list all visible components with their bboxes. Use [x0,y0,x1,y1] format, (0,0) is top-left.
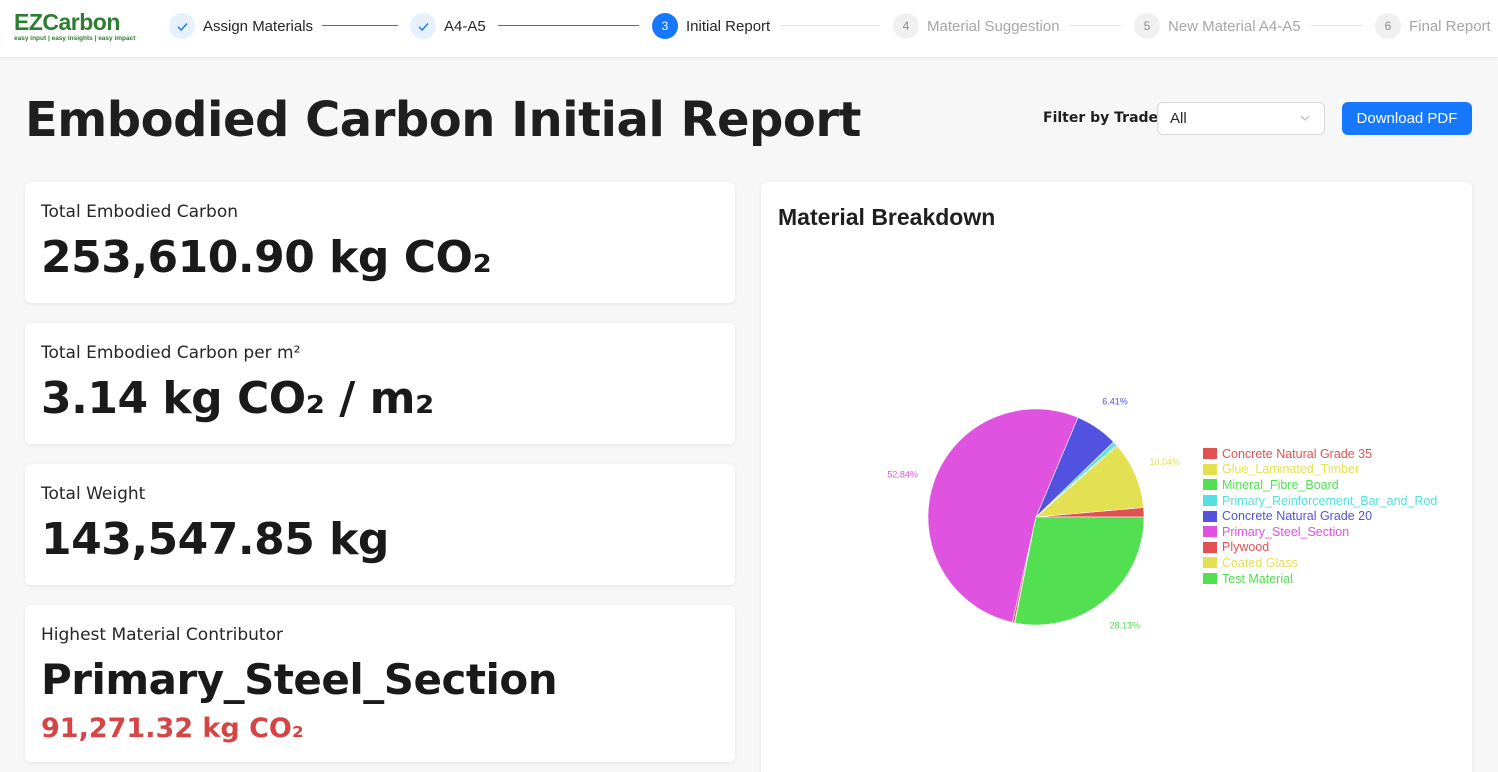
material-breakdown-panel: Material Breakdown 10.04% 6.41% 52.84% 28.1… [761,182,1472,772]
legend-swatch [1203,573,1217,585]
legend-label: Mineral_Fibre_Board [1222,477,1339,492]
legend-item[interactable]: Mineral_Fibre_Board [1203,477,1437,493]
step-label: New Material A4-A5 [1168,17,1301,35]
logo-tagline: easy input | easy insights | easy impact [14,35,136,42]
legend-item[interactable]: Coated Glass [1203,555,1437,571]
step-material-suggestion[interactable]: 4 Material Suggestion [893,13,1060,39]
legend-label: Coated Glass [1222,555,1298,570]
step-number: 3 [652,13,678,39]
step-connector [780,25,880,26]
total-weight-card: Total Weight 143,547.85 kg [25,464,735,585]
card-value: Primary_Steel_Section [41,655,558,704]
legend-label: Primary_Reinforcement_Bar_and_Rod [1222,493,1438,508]
step-assign-materials[interactable]: Assign Materials [169,13,313,39]
legend-swatch [1203,479,1217,491]
step-number: 4 [893,13,919,39]
legend-label: Concrete Natural Grade 35 [1222,446,1373,461]
card-value: 143,547.85 kg [41,514,389,565]
card-label: Total Embodied Carbon per m² [41,343,301,363]
legend-label: Glue_Laminated_Timber [1222,462,1360,477]
legend-item[interactable]: Concrete Natural Grade 35 [1203,446,1437,462]
step-connector [498,25,639,26]
legend-item[interactable]: Plywood [1203,540,1437,556]
filter-selected-value: All [1170,110,1187,127]
total-embodied-carbon-card: Total Embodied Carbon 253,610.90 kg CO₂ [25,182,735,303]
pie-data-label: 52.84% [887,469,918,479]
step-connector [322,25,398,26]
carbon-per-m2-card: Total Embodied Carbon per m² 3.14 kg CO₂… [25,323,735,444]
logo-name: EZCarbon [14,9,120,35]
step-a4-a5[interactable]: A4-A5 [410,13,486,39]
legend-swatch [1203,463,1217,475]
filter-label: Filter by Trade: [1043,110,1164,126]
legend-swatch [1203,510,1217,522]
card-label: Total Weight [41,484,146,504]
chart-legend: Concrete Natural Grade 35 Glue_Laminated_… [1203,446,1437,586]
legend-swatch [1203,448,1217,460]
step-final-report[interactable]: 6 Final Report [1375,13,1491,39]
step-label: Initial Report [686,17,771,35]
step-label: Material Suggestion [927,17,1060,35]
download-pdf-button[interactable]: Download PDF [1342,102,1472,135]
top-navigation: EZCarbon easy input | easy insights | ea… [0,0,1498,58]
legend-item[interactable]: Primary_Reinforcement_Bar_and_Rod [1203,493,1437,509]
legend-label: Primary_Steel_Section [1222,524,1350,539]
legend-item[interactable]: Concrete Natural Grade 20 [1203,508,1437,524]
check-icon [169,13,195,39]
step-number: 5 [1134,13,1160,39]
page-title: Embodied Carbon Initial Report [25,92,862,148]
pie-data-label: 6.41% [1102,396,1128,406]
card-label: Highest Material Contributor [41,625,283,645]
card-subvalue: 91,271.32 kg CO₂ [41,713,304,744]
step-initial-report[interactable]: 3 Initial Report [652,13,770,39]
legend-item[interactable]: Glue_Laminated_Timber [1203,462,1437,478]
ezcarbon-logo[interactable]: EZCarbon easy input | easy insights | ea… [14,9,136,49]
trade-filter-select[interactable]: All [1157,102,1325,135]
pie-slice-8[interactable] [1014,516,1145,626]
card-label: Total Embodied Carbon [41,202,239,222]
legend-swatch [1203,557,1217,569]
legend-swatch [1203,541,1217,553]
step-new-material-a4-a5[interactable]: 5 New Material A4-A5 [1134,13,1301,39]
card-value: 3.14 kg CO₂ / m₂ [41,373,434,424]
step-label: Final Report [1409,17,1491,35]
legend-label: Concrete Natural Grade 20 [1222,509,1373,524]
legend-item[interactable]: Primary_Steel_Section [1203,524,1437,540]
step-label: Assign Materials [203,17,314,35]
step-connector [1069,25,1121,26]
check-icon [410,13,436,39]
legend-swatch [1203,526,1217,538]
pie-data-label: 10.04% [1149,457,1180,467]
step-connector [1311,25,1363,26]
card-value: 253,610.90 kg CO₂ [41,232,492,283]
chevron-down-icon [1300,115,1310,121]
step-label: A4-A5 [444,17,486,35]
legend-label: Test Material [1222,571,1293,586]
legend-item[interactable]: Test Material [1203,571,1437,587]
step-number: 6 [1375,13,1401,39]
legend-label: Plywood [1222,540,1270,555]
legend-swatch [1203,495,1217,507]
pie-data-label: 28.13% [1110,620,1141,630]
highest-contributor-card: Highest Material Contributor Primary_Ste… [25,605,735,762]
